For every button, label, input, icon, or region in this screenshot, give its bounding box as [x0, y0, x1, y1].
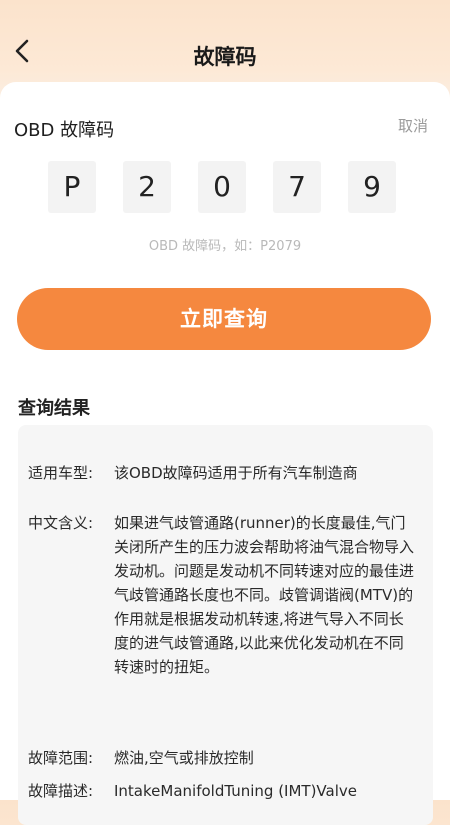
page-title: 故障码	[193, 45, 257, 69]
result-label: 故障范围:	[28, 749, 94, 767]
code-char-input[interactable]: 2	[123, 161, 171, 213]
result-value: 该OBD故障码适用于所有汽车制造商	[114, 464, 358, 482]
code-char-input[interactable]: 7	[273, 161, 321, 213]
result-label: 中文含义:	[28, 514, 94, 532]
results-panel: 适用车型: 该OBD故障码适用于所有汽车制造商 中文含义: 如果进气歧管通路(r…	[18, 425, 433, 825]
code-input-row: P 2 0 7 9	[48, 161, 398, 213]
query-card: OBD 故障码 取消 P 2 0 7 9 OBD 故障码，如：P2079 立即查…	[0, 82, 450, 825]
query-button[interactable]: 立即查询	[17, 288, 431, 350]
code-char-input[interactable]: 0	[198, 161, 246, 213]
input-hint: OBD 故障码，如：P2079	[148, 239, 302, 254]
code-char-input[interactable]: P	[48, 161, 96, 213]
result-label: 故障描述:	[28, 782, 94, 800]
code-char-input[interactable]: 9	[348, 161, 396, 213]
results-title: 查询结果	[18, 398, 90, 419]
cancel-button[interactable]: 取消	[398, 115, 428, 136]
result-value: IntakeManifoldTuning (IMT)Valve	[114, 782, 357, 800]
result-value: 燃油,空气或排放控制	[114, 749, 254, 767]
obd-code-label: OBD 故障码	[14, 120, 115, 141]
result-value: 如果进气歧管通路(runner)的长度最佳,气门关闭所产生的压力波会帮助将油气混…	[114, 514, 415, 676]
header: 故障码	[0, 0, 450, 90]
result-label: 适用车型:	[28, 464, 94, 482]
